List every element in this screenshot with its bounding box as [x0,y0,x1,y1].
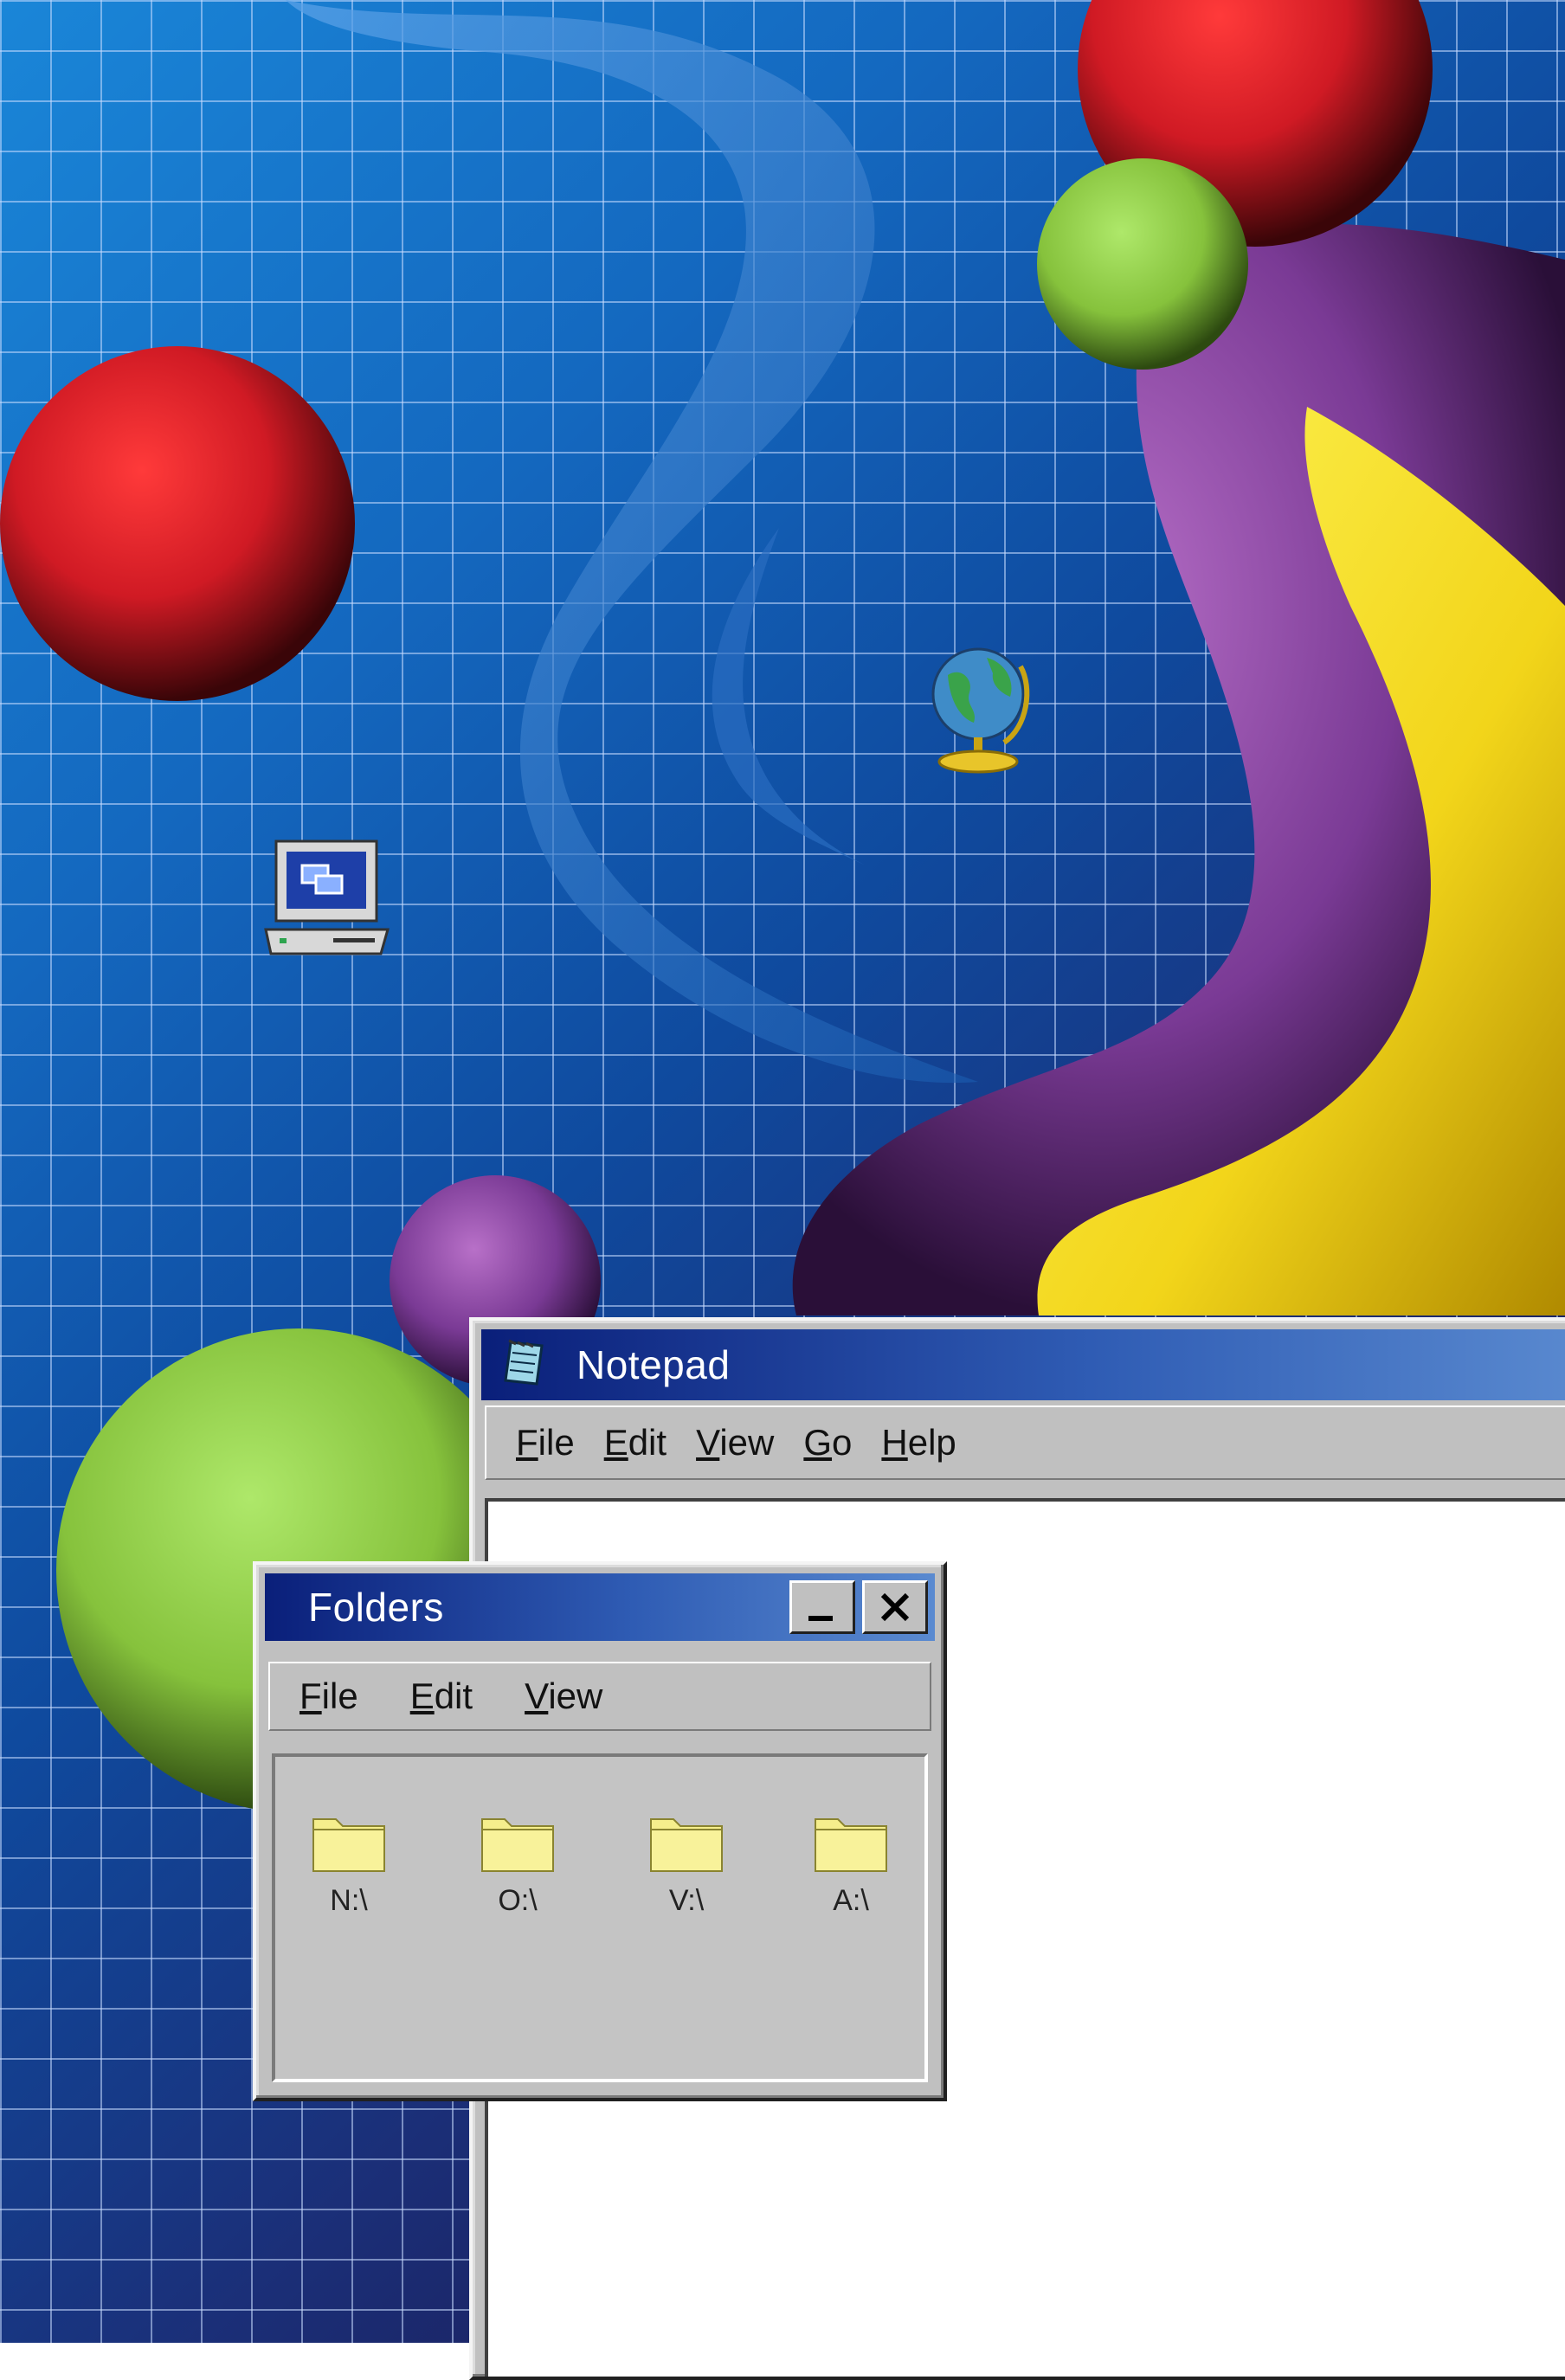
folders-titlebar[interactable]: Folders [265,1573,935,1641]
drive-label: A:\ [833,1884,869,1917]
drive-label: N:\ [330,1884,368,1917]
folder-icon [650,1818,723,1872]
menu-help[interactable]: Help [881,1422,956,1463]
folder-icon [481,1818,554,1872]
folders-content-pane: N:\ O:\ V:\ A:\ [272,1753,928,2082]
drive-item[interactable]: O:\ [461,1811,574,1918]
menu-file[interactable]: File [299,1676,358,1717]
menu-view[interactable]: View [525,1676,602,1717]
menu-edit[interactable]: Edit [604,1422,667,1463]
menu-edit[interactable]: Edit [410,1676,473,1717]
close-button[interactable] [862,1580,928,1634]
close-icon [880,1592,910,1622]
menu-go[interactable]: Go [803,1422,852,1463]
notepad-menubar: File Edit View Go Help [485,1405,1565,1480]
notepad-icon [499,1337,551,1393]
drive-item[interactable]: V:\ [630,1811,743,1918]
folders-window[interactable]: Folders File Edit View N:\ O:\ V:\ A:\ [253,1561,947,2101]
menu-view[interactable]: View [696,1422,774,1463]
notepad-title: Notepad [576,1342,731,1387]
internet-globe-icon[interactable] [931,640,1034,783]
my-computer-icon[interactable] [264,839,390,965]
drive-item[interactable]: N:\ [293,1811,405,1918]
folder-icon [815,1818,887,1872]
drive-label: V:\ [668,1884,705,1917]
drive-label: O:\ [498,1884,538,1917]
folders-title: Folders [308,1585,444,1630]
minimize-icon [808,1616,833,1621]
menu-file[interactable]: File [516,1422,575,1463]
minimize-button[interactable] [789,1580,855,1634]
folders-menubar: File Edit View [268,1662,931,1731]
notepad-titlebar[interactable]: Notepad [481,1329,1565,1400]
folder-icon [312,1818,385,1872]
drive-item[interactable]: A:\ [795,1811,907,1918]
